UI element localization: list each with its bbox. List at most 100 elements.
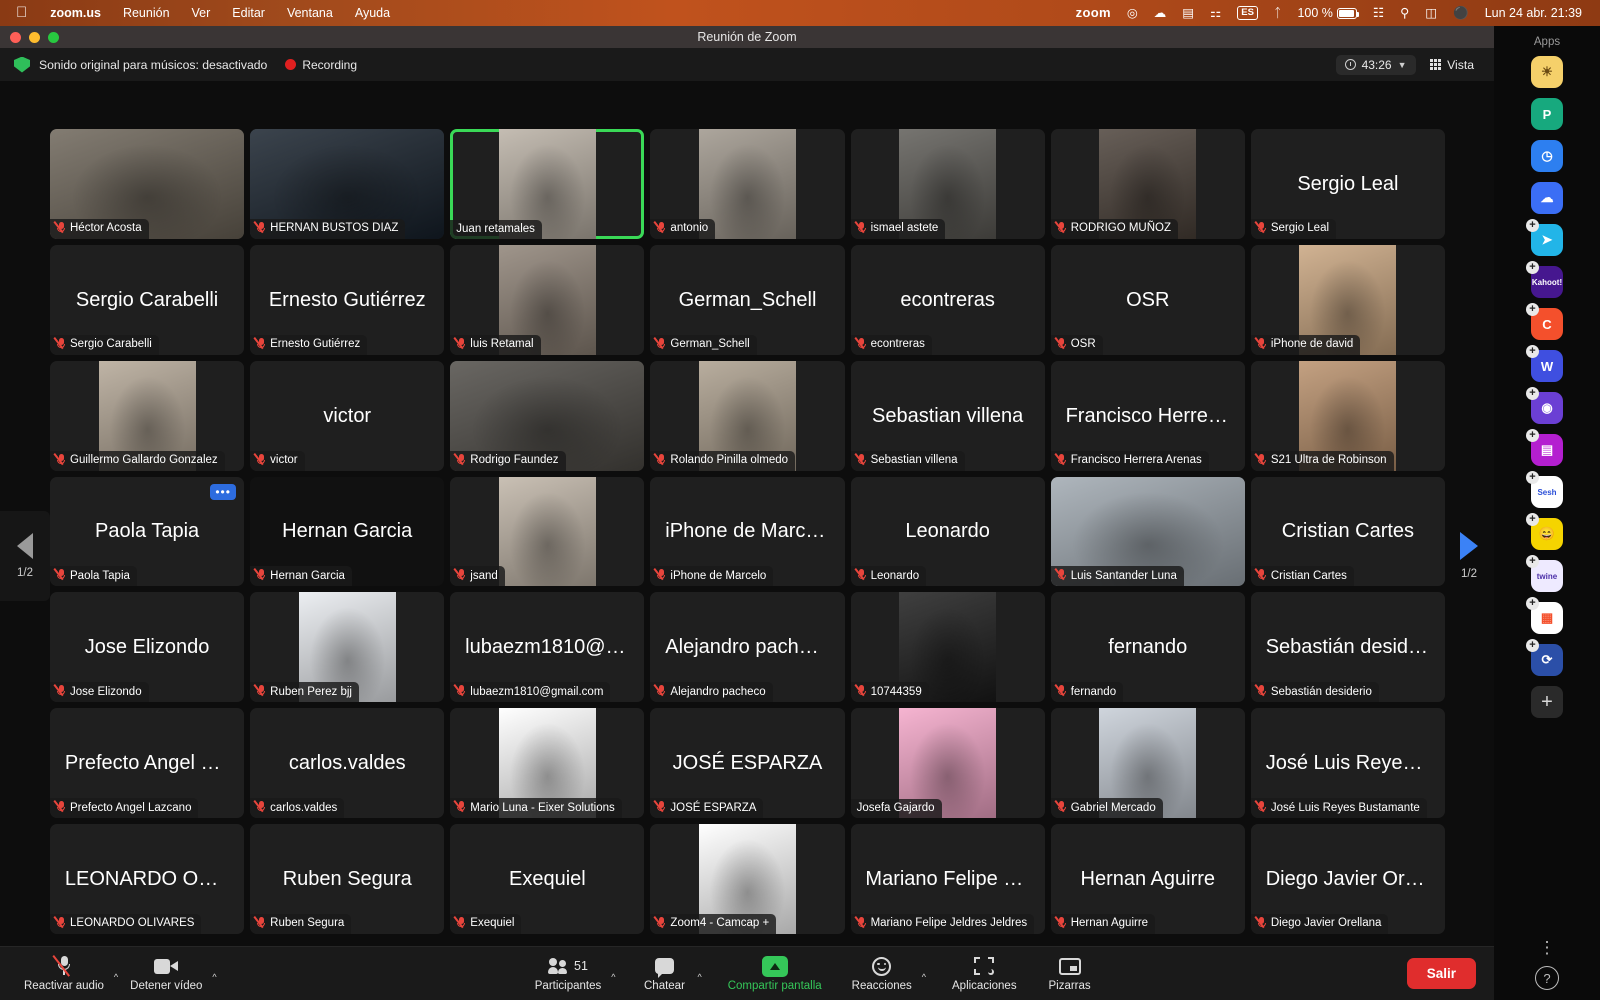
participant-tile[interactable]: OSR OSR — [1050, 244, 1245, 355]
bed-icon[interactable]: ▤ — [1174, 0, 1202, 26]
dock-app-item[interactable]: W + — [1526, 345, 1563, 382]
participant-tile[interactable]: fernando fernando — [1050, 592, 1245, 703]
participant-tile[interactable]: iPhone de david — [1250, 244, 1445, 355]
apps-button[interactable]: Aplicaciones — [944, 955, 1025, 992]
dock-app-item[interactable]: Sesh + — [1526, 471, 1563, 508]
participant-tile[interactable]: Mariano Felipe Jel... Mariano Felipe Jeld… — [850, 824, 1045, 934]
participant-tile[interactable]: Prefecto Angel Laz... Prefecto Angel Lazc… — [50, 708, 245, 819]
participant-tile[interactable]: Zoom4 - Camcap + — [650, 824, 845, 934]
dock-app-item[interactable]: ◷ — [1531, 140, 1563, 172]
keyboard-icon[interactable]: ⚏ — [1202, 0, 1229, 26]
record-indicator-icon[interactable]: ◎ — [1119, 0, 1146, 26]
leave-meeting-button[interactable]: Salir — [1406, 958, 1476, 989]
app-add-badge-icon[interactable]: + — [1526, 219, 1539, 232]
app-add-badge-icon[interactable]: + — [1526, 303, 1539, 316]
battery-status[interactable]: 100 % — [1289, 0, 1364, 26]
app-add-badge-icon[interactable]: + — [1526, 639, 1539, 652]
menu-item-reunion[interactable]: Reunión — [112, 0, 181, 26]
recording-indicator[interactable]: Recording — [285, 58, 357, 72]
menu-item-ventana[interactable]: Ventana — [276, 0, 344, 26]
participant-tile[interactable]: Hernan Garcia Hernan Garcia — [250, 476, 445, 587]
apple-logo-icon[interactable]:  — [8, 0, 39, 26]
dock-app-item[interactable]: Kahoot! + — [1526, 261, 1563, 298]
participant-tile[interactable]: carlos.valdes carlos.valdes — [250, 708, 445, 819]
dock-app-item[interactable]: twine + — [1526, 555, 1563, 592]
menu-item-ver[interactable]: Ver — [181, 0, 222, 26]
meeting-timer[interactable]: 43:26 ▼ — [1335, 54, 1416, 75]
participant-tile[interactable]: iPhone de Marcelo iPhone de Marcelo — [650, 476, 845, 587]
participant-tile[interactable]: Cristian Cartes Cristian Cartes — [1250, 476, 1445, 587]
poll-everywhere-app[interactable]: ☀ — [1531, 56, 1563, 88]
view-button[interactable]: Vista — [1424, 55, 1480, 75]
participant-tile[interactable]: S21 Ultra de Robinson — [1250, 360, 1445, 471]
attendance-app[interactable]: ☁ — [1531, 182, 1563, 214]
chat-caret-icon[interactable]: ^ — [697, 972, 701, 982]
menu-item-ayuda[interactable]: Ayuda — [344, 0, 401, 26]
participant-tile[interactable]: Hernan Aguirre Hernan Aguirre — [1050, 824, 1245, 934]
participant-tile[interactable]: Jose Elizondo Jose Elizondo — [50, 592, 245, 703]
participant-tile[interactable]: José Luis Reyes B... José Luis Reyes Bust… — [1250, 708, 1445, 819]
participant-tile[interactable]: JOSÉ ESPARZA JOSÉ ESPARZA — [650, 708, 845, 819]
dock-app-item[interactable]: ▤ + — [1526, 429, 1563, 466]
dock-app-item[interactable]: ◉ + — [1526, 387, 1563, 424]
participant-tile[interactable]: Sergio Carabelli Sergio Carabelli — [50, 244, 245, 355]
participant-tile[interactable]: Leonardo Leonardo — [850, 476, 1045, 587]
menubar-zoom-label[interactable]: zoom — [1068, 0, 1119, 26]
participant-tile[interactable]: Ruben Perez bjj — [250, 592, 445, 703]
encryption-shield-icon[interactable] — [14, 56, 30, 73]
participant-tile[interactable]: Francisco Herrera... Francisco Herrera Ar… — [1050, 360, 1245, 471]
participant-tile[interactable]: German_Schell German_Schell — [650, 244, 845, 355]
bluetooth-icon[interactable]: ᛏ — [1266, 0, 1290, 26]
timer-app[interactable]: ◷ — [1531, 140, 1563, 172]
reactions-button[interactable]: Reacciones — [844, 955, 920, 992]
help-icon[interactable]: ? — [1535, 966, 1559, 990]
stop-video-button[interactable]: Detener vídeo — [122, 955, 210, 992]
app-add-badge-icon[interactable]: + — [1526, 513, 1539, 526]
add-app-button[interactable]: + — [1531, 686, 1563, 718]
participant-tile[interactable]: victor victor — [250, 360, 445, 471]
app-add-badge-icon[interactable]: + — [1526, 597, 1539, 610]
mute-audio-button[interactable]: Reactivar audio — [16, 955, 112, 992]
participant-tile[interactable]: Sebastian villena Sebastian villena — [850, 360, 1045, 471]
search-icon[interactable]: ⚲ — [1392, 0, 1417, 26]
participant-tile[interactable]: Rodrigo Faundez — [450, 360, 645, 471]
participant-tile[interactable]: ismael astete — [850, 129, 1045, 239]
app-add-badge-icon[interactable]: + — [1526, 261, 1539, 274]
app-add-badge-icon[interactable]: + — [1526, 345, 1539, 358]
audio-options-caret-icon[interactable]: ^ — [114, 972, 118, 982]
more-options-icon[interactable]: ⋮ — [1539, 939, 1556, 956]
participant-tile[interactable]: 10744359 — [850, 592, 1045, 703]
participant-tile[interactable]: Diego Javier Orella... Diego Javier Orell… — [1250, 824, 1445, 934]
participant-tile[interactable]: Guillermo Gallardo Gonzalez — [50, 360, 245, 471]
original-sound-label[interactable]: Sonido original para músicos: desactivad… — [39, 58, 267, 72]
wifi-icon[interactable]: ☷ — [1365, 0, 1392, 26]
participant-tile[interactable]: RODRIGO MUÑOZ — [1050, 129, 1245, 239]
participant-tile[interactable]: LEONARDO OLIVA... LEONARDO OLIVARES — [50, 824, 245, 934]
whiteboards-button[interactable]: Pizarras — [1039, 955, 1101, 992]
participant-tile[interactable]: Ruben Segura Ruben Segura — [250, 824, 445, 934]
siri-icon[interactable]: ⚫ — [1445, 0, 1477, 26]
participant-tile[interactable]: Sebastián desiderio Sebastián desiderio — [1250, 592, 1445, 703]
app-add-badge-icon[interactable]: + — [1526, 555, 1539, 568]
menu-item-zoom-us[interactable]: zoom.us — [39, 0, 112, 26]
dock-app-item[interactable]: ⟳ + — [1526, 639, 1563, 676]
tile-more-options-button[interactable]: ••• — [210, 483, 237, 500]
previous-page-button[interactable]: 1/2 — [0, 511, 50, 601]
dock-app-item[interactable]: ☁ — [1531, 182, 1563, 214]
dock-app-item[interactable]: ▦ + — [1526, 597, 1563, 634]
participant-tile[interactable]: Josefa Gajardo — [850, 708, 1045, 819]
time-machine-icon[interactable]: ☁ — [1146, 0, 1175, 26]
language-icon[interactable]: ES — [1229, 6, 1266, 20]
dock-app-item[interactable]: ➤ + — [1526, 219, 1563, 256]
participant-tile[interactable]: jsand — [450, 476, 645, 587]
padlet-app[interactable]: P — [1531, 98, 1563, 130]
participant-tile[interactable]: Paola Tapia ••• Paola Tapia — [50, 476, 245, 587]
chat-button[interactable]: Chatear — [633, 955, 695, 992]
dock-app-item[interactable]: P — [1531, 98, 1563, 130]
app-add-badge-icon[interactable]: + — [1526, 387, 1539, 400]
participant-tile[interactable]: Mario Luna - Eixer Solutions — [450, 708, 645, 819]
menubar-clock[interactable]: Lun 24 abr. 21:39 — [1477, 0, 1590, 26]
dock-app-item[interactable]: C + — [1526, 303, 1563, 340]
participant-tile[interactable]: Exequiel Exequiel — [450, 824, 645, 934]
menu-item-editar[interactable]: Editar — [221, 0, 276, 26]
